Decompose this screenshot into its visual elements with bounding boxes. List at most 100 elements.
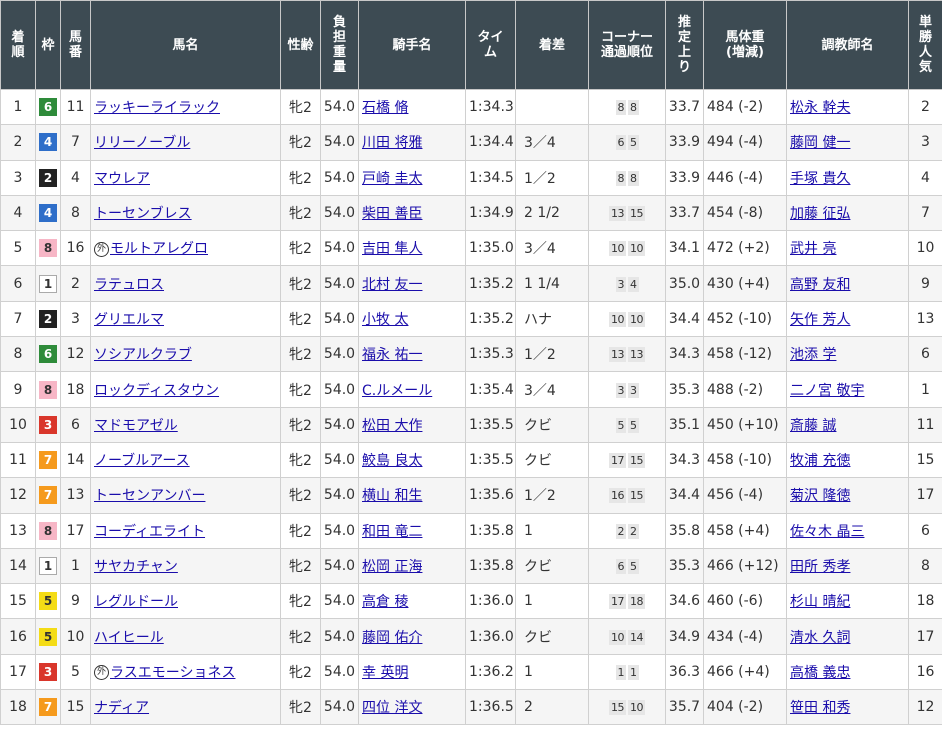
trainer-link[interactable]: 菊沢 隆徳 [790,488,850,504]
trainer-link[interactable]: 田所 秀孝 [790,559,850,575]
trainer-link[interactable]: 二ノ宮 敬宇 [790,383,864,399]
jockey-link[interactable]: 横山 和生 [362,488,422,504]
trainer-link[interactable]: 笹田 和秀 [790,700,850,716]
last3f-cell: 35.1 [665,406,704,443]
rank-cell: 13 [0,512,36,549]
waku-cell: 8 [35,512,61,549]
jockey-link[interactable]: 吉田 隼人 [362,241,422,257]
horse-link[interactable]: ソシアルクラブ [94,347,192,363]
sexage-cell: 牝2 [280,159,321,196]
jockey-link[interactable]: 北村 友一 [362,277,422,293]
foreign-horse-icon: 外 [94,665,109,681]
trainer-link[interactable]: 池添 学 [790,347,836,363]
margin-cell: 1／2 [515,159,589,196]
horse-link[interactable]: トーセンアンバー [94,488,205,504]
rank-cell: 16 [0,618,36,655]
trainer-link[interactable]: 加藤 征弘 [790,206,850,222]
horse-cell: コーディエライト [90,512,281,549]
jockey-link[interactable]: 小牧 太 [362,312,408,328]
trainer-cell: 斎藤 誠 [786,406,909,443]
trainer-link[interactable]: 武井 亮 [790,241,836,257]
trainer-cell: 松永 幹夫 [786,88,909,126]
header-last3f: 推 定 上 り [665,0,704,90]
horse-link[interactable]: ラスエモーショネス [110,665,235,681]
horse-link[interactable]: ラッキーライラック [94,100,220,116]
weight-cell: 54.0 [320,230,359,267]
jockey-link[interactable]: 戸崎 圭太 [362,171,422,187]
time-cell: 1:35.5 [465,406,516,443]
horse-link[interactable]: ラテュロス [94,277,164,293]
last3f-cell: 35.8 [665,512,704,549]
umaban-cell: 16 [60,230,91,267]
trainer-link[interactable]: 矢作 芳人 [790,312,850,328]
waku-badge: 6 [39,345,57,364]
jockey-link[interactable]: 鮫島 良太 [362,453,422,469]
horse-link[interactable]: ナディア [94,700,149,716]
time-cell: 1:35.2 [465,265,516,302]
trainer-link[interactable]: 松永 幹夫 [790,100,850,116]
horse-link[interactable]: ノーブルアース [94,453,190,469]
jockey-link[interactable]: 川田 将雅 [362,135,422,151]
header-rank: 着 順 [0,0,36,90]
trainer-link[interactable]: 斎藤 誠 [790,418,836,434]
trainer-cell: 矢作 芳人 [786,300,909,338]
trainer-cell: 笹田 和秀 [786,689,909,726]
trainer-link[interactable]: 高橋 義忠 [790,665,850,681]
jockey-link[interactable]: 四位 洋文 [362,700,422,716]
rank-cell: 5 [0,230,36,267]
horse-link[interactable]: コーディエライト [94,524,205,540]
horse-cell: 外モルトアレグロ [90,230,281,267]
jockey-link[interactable]: 藤岡 佑介 [362,630,422,646]
trainer-link[interactable]: 杉山 晴紀 [790,594,850,610]
table-row: 12 7 13 トーセンアンバー 牝2 54.0 横山 和生 1:35.6 1／2 16 15 34.… [0,477,942,514]
margin-cell [515,88,589,126]
corner-position: 8 [615,100,626,116]
umaban-cell: 13 [60,477,91,514]
jockey-link[interactable]: C.ルメール [362,383,432,399]
horse-link[interactable]: リリーノーブル [94,135,190,151]
margin-cell: 1／2 [515,336,589,373]
popularity-cell: 13 [908,300,942,338]
umaban-cell: 9 [60,583,91,620]
trainer-link[interactable]: 牧浦 充徳 [790,453,850,469]
jockey-link[interactable]: 松岡 正海 [362,559,422,575]
horse-link[interactable]: レグルドール [94,594,178,610]
popularity-cell: 15 [908,441,942,479]
trainer-link[interactable]: 清水 久詞 [790,630,850,646]
body-weight-cell: 452 (-10) [703,300,787,338]
horse-link[interactable]: ハイヒール [94,630,164,646]
jockey-link[interactable]: 福永 祐一 [362,347,422,363]
trainer-link[interactable]: 高野 友和 [790,277,850,293]
race-result-table: 着 順 枠 馬 番 馬名 性齢 負 担 重 量 騎手名 タイ ム 着差 コーナー… [0,0,942,726]
waku-badge: 8 [39,239,57,258]
margin-cell: 3／4 [515,230,589,267]
horse-link[interactable]: ロックディスタウン [94,383,219,399]
jockey-cell: 福永 祐一 [358,336,466,373]
body-weight-cell: 472 (+2) [703,230,787,267]
jockey-link[interactable]: 幸 英明 [362,665,408,681]
jockey-link[interactable]: 高倉 稜 [362,594,408,610]
margin-cell: 1／2 [515,477,589,514]
last3f-cell: 35.3 [665,547,704,585]
margin-cell: 2 1/2 [515,194,589,232]
jockey-link[interactable]: 石橋 脩 [362,100,408,116]
jockey-link[interactable]: 松田 大作 [362,418,422,434]
jockey-cell: 小牧 太 [358,300,466,338]
waku-badge: 7 [39,451,57,470]
corner-position: 3 [615,276,626,292]
horse-link[interactable]: トーセンブレス [94,206,192,222]
horse-link[interactable]: マドモアゼル [94,418,178,434]
trainer-link[interactable]: 佐々木 晶三 [790,524,864,540]
popularity-cell: 1 [908,371,942,408]
horse-link[interactable]: モルトアレグロ [110,241,208,257]
horse-link[interactable]: グリエルマ [94,312,164,328]
weight-cell: 54.0 [320,547,359,585]
jockey-link[interactable]: 和田 竜二 [362,524,422,540]
trainer-link[interactable]: 藤岡 健一 [790,135,850,151]
horse-link[interactable]: マウレア [94,171,150,187]
horse-link[interactable]: サヤカチャン [94,559,178,575]
jockey-link[interactable]: 柴田 善臣 [362,206,422,222]
trainer-link[interactable]: 手塚 貴久 [790,171,850,187]
umaban-cell: 14 [60,441,91,479]
corner-cell: 13 15 [588,194,666,232]
